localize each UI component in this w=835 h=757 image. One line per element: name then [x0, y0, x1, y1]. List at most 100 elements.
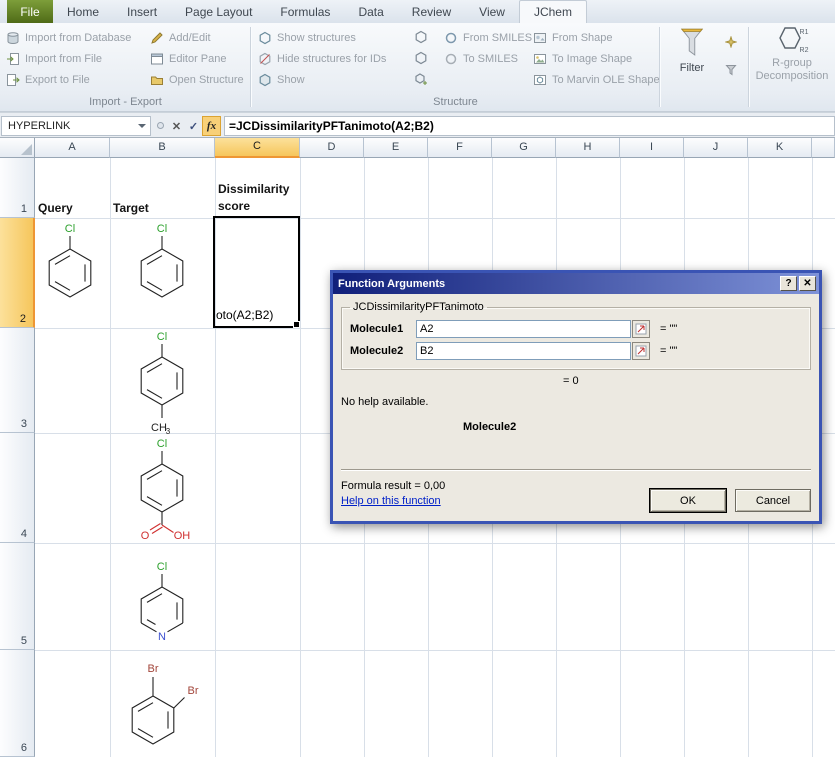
atom-label-cl: Cl [65, 223, 75, 235]
filter-button[interactable]: Filter [668, 26, 716, 74]
column-header-g[interactable]: G [492, 138, 556, 158]
ok-button[interactable]: OK [650, 489, 726, 512]
cell-a1-query[interactable]: Query [38, 201, 73, 215]
import-from-file-button[interactable]: Import from File [6, 49, 102, 69]
structure-target-chlorotoluene[interactable]: Cl CH 3 [127, 328, 197, 440]
structure-query-chlorobenzene[interactable]: Cl [35, 220, 105, 312]
atom-label-br: Br [148, 663, 159, 675]
structure-target-chlorobenzene[interactable]: Cl [127, 220, 197, 312]
molecule1-input[interactable] [416, 320, 631, 338]
rgroup-decomposition-label: R-group Decomposition [750, 57, 834, 83]
molecule1-range-button[interactable] [632, 320, 650, 338]
column-header-i[interactable]: I [620, 138, 684, 158]
row-header-4[interactable]: 4 [0, 433, 35, 543]
function-name: JCDissimilarityPFTanimoto [350, 301, 487, 313]
column-header-k[interactable]: K [748, 138, 812, 158]
atom-label-cl: Cl [157, 561, 167, 573]
tab-insert[interactable]: Insert [113, 0, 171, 23]
from-shape-label: From Shape [552, 32, 613, 44]
dialog-close-button[interactable]: ✕ [799, 276, 816, 291]
formula-bar-handle[interactable] [157, 122, 164, 129]
column-header-c[interactable]: C [215, 138, 300, 158]
cell-b1-target[interactable]: Target [113, 201, 149, 215]
cancel-button[interactable]: Cancel [735, 489, 811, 512]
molecule2-range-button[interactable] [632, 342, 650, 360]
molecule1-result: = "" [660, 323, 677, 335]
show-button[interactable]: Show [258, 70, 305, 90]
cell-c1-line1[interactable]: Dissimilarity [218, 182, 289, 196]
dialog-help-button[interactable]: ? [780, 276, 797, 291]
insert-function-button[interactable]: fx [202, 116, 221, 136]
no-help-text: No help available. [341, 396, 811, 408]
row-header-3[interactable]: 3 [0, 328, 35, 433]
formula-input[interactable]: =JCDissimilarityPFTanimoto(A2;B2) [224, 116, 835, 136]
from-smiles-button[interactable]: From SMILES [444, 28, 532, 48]
hide-structures-icon [258, 52, 272, 66]
column-header-d[interactable]: D [300, 138, 364, 158]
atom-label-cl: Cl [157, 438, 167, 450]
tab-file[interactable]: File [7, 0, 53, 23]
editor-pane-label: Editor Pane [169, 53, 226, 65]
export-to-file-button[interactable]: Export to File [6, 70, 90, 90]
add-edit-button[interactable]: Add/Edit [150, 28, 211, 48]
column-header-a[interactable]: A [35, 138, 110, 158]
tab-view[interactable]: View [465, 0, 519, 23]
atom-label-ch: CH [151, 422, 167, 434]
to-image-shape-button[interactable]: To Image Shape [533, 49, 632, 69]
add-edit-label: Add/Edit [169, 32, 211, 44]
dialog-titlebar[interactable]: Function Arguments ? ✕ [333, 273, 819, 294]
editor-pane-button[interactable]: Editor Pane [150, 49, 226, 69]
atom-label-cl: Cl [157, 223, 167, 235]
tab-jchem[interactable]: JChem [519, 0, 587, 23]
tab-home[interactable]: Home [53, 0, 113, 23]
column-header-j[interactable]: J [684, 138, 748, 158]
tab-formulas[interactable]: Formulas [266, 0, 344, 23]
help-on-function-link[interactable]: Help on this function [341, 495, 441, 507]
to-smiles-button[interactable]: To SMILES [444, 49, 518, 69]
open-structure-button[interactable]: Open Structure [150, 70, 244, 90]
rgroup-decomposition-button[interactable]: R1 R2 R-group Decomposition [750, 25, 834, 83]
column-header-filler [812, 138, 835, 158]
column-header-b[interactable]: B [110, 138, 215, 158]
ribbon: Import from Database Import from File Ex… [0, 23, 835, 112]
column-header-h[interactable]: H [556, 138, 620, 158]
select-all-corner[interactable] [0, 138, 35, 158]
funnel-icon [680, 26, 704, 60]
column-header-e[interactable]: E [364, 138, 428, 158]
row-header-1[interactable]: 1 [0, 158, 35, 218]
from-shape-button[interactable]: From Shape [533, 28, 613, 48]
confirm-entry-button[interactable]: ✓ [185, 116, 202, 136]
name-box-dropdown-icon[interactable] [134, 117, 150, 135]
filter-small-1-button[interactable] [722, 33, 740, 51]
ring-icon [414, 30, 428, 44]
filter-small-2-button[interactable] [722, 61, 740, 79]
row-headers: 1 2 3 4 5 6 [0, 158, 35, 757]
structure-tool-1-button[interactable] [412, 28, 430, 46]
atom-label-oh: OH [174, 530, 191, 542]
name-box[interactable]: HYPERLINK [1, 116, 151, 136]
row-header-6[interactable]: 6 [0, 650, 35, 757]
structure-target-chlorobenzoic-acid[interactable]: Cl O OH [117, 435, 207, 553]
column-header-f[interactable]: F [428, 138, 492, 158]
to-marvin-ole-shape-button[interactable]: To Marvin OLE Shape [533, 70, 660, 90]
show-label: Show [277, 74, 305, 86]
row-header-2[interactable]: 2 [0, 218, 35, 328]
tab-page-layout[interactable]: Page Layout [171, 0, 266, 23]
structure-tool-3-button[interactable] [412, 70, 430, 88]
row-header-5[interactable]: 5 [0, 543, 35, 650]
structure-tool-2-button[interactable] [412, 49, 430, 67]
cancel-entry-button[interactable]: ✕ [168, 116, 185, 136]
to-smiles-icon [444, 52, 458, 66]
structure-target-dibromobenzene[interactable]: Br Br [123, 656, 207, 757]
hide-structures-button[interactable]: Hide structures for IDs [258, 49, 386, 69]
show-structures-button[interactable]: Show structures [258, 28, 356, 48]
molecule2-input[interactable] [416, 342, 631, 360]
tab-review[interactable]: Review [398, 0, 465, 23]
import-file-icon [6, 52, 20, 66]
active-cell-c2[interactable] [213, 216, 300, 328]
cell-c1-line2[interactable]: score [218, 199, 250, 213]
import-from-database-button[interactable]: Import from Database [6, 28, 131, 48]
tab-data[interactable]: Data [344, 0, 397, 23]
import-from-file-label: Import from File [25, 53, 102, 65]
structure-target-chloropyridine[interactable]: Cl N [127, 558, 197, 652]
